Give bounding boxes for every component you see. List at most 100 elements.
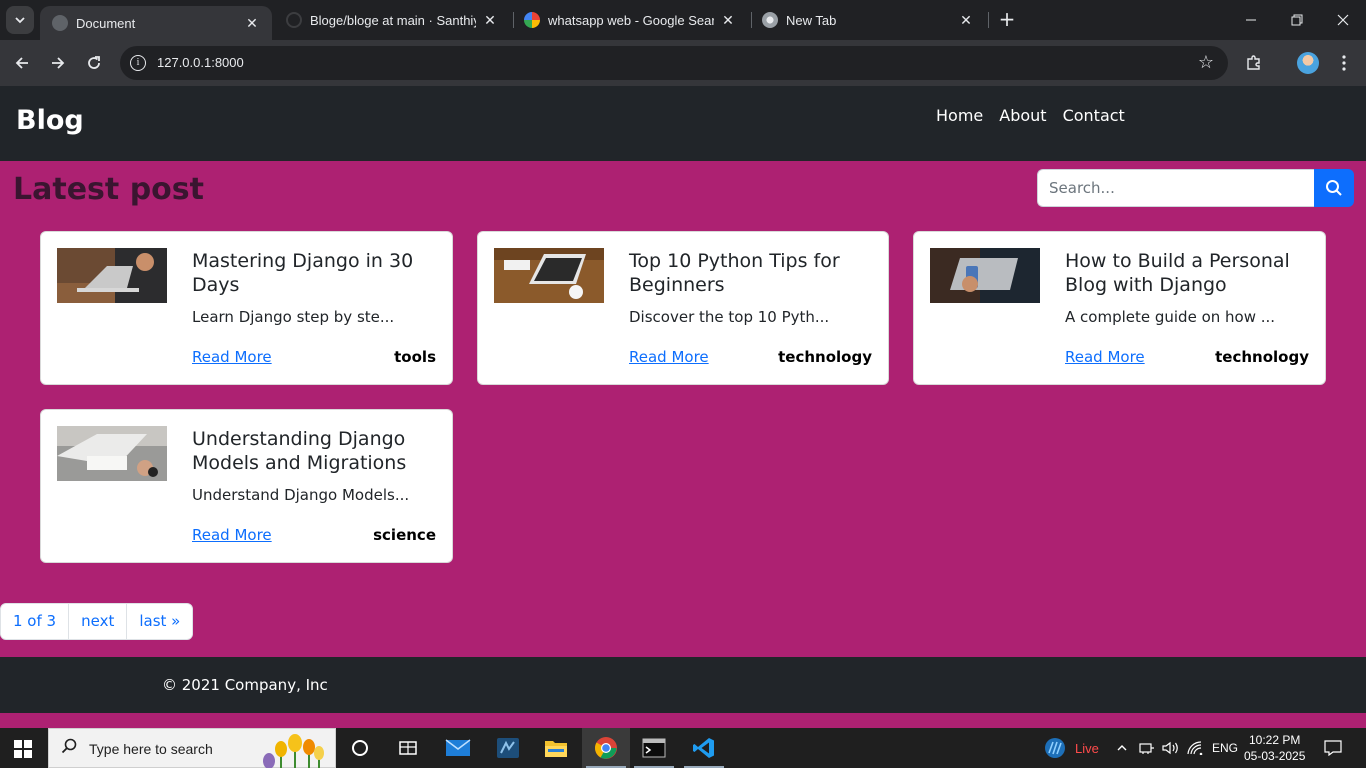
google-icon [524,12,540,28]
search-icon [61,738,77,758]
search-button[interactable] [1314,169,1354,207]
close-tab-icon[interactable]: ✕ [244,15,260,32]
taskbar-terminal[interactable] [630,728,678,768]
mail-icon [445,739,471,756]
search-form [1037,169,1354,207]
post-card: Top 10 Python Tips for Beginners Discove… [477,231,889,385]
reload-icon [88,56,100,69]
mysql-workbench-icon [497,738,519,758]
post-card: How to Build a Personal Blog with Django… [913,231,1326,385]
reload-button[interactable] [80,49,108,77]
post-card: Mastering Django in 30 Days Learn Django… [40,231,453,385]
read-more-link[interactable]: Read More [1065,348,1145,366]
post-category: science [373,526,436,544]
profile-button[interactable] [1294,49,1322,77]
cortana-circle-icon [352,740,368,756]
post-card: Understanding Django Models and Migratio… [40,409,453,563]
network-status-button[interactable] [1139,728,1155,768]
input-language-button[interactable]: ENG [1212,728,1238,768]
chevron-down-icon [15,17,25,24]
taskbar-clock[interactable]: 10:22 PM 05-03-2025 [1244,732,1305,764]
tab-separator [988,12,989,28]
close-tab-icon[interactable]: ✕ [482,12,498,29]
minimize-icon [1246,19,1256,21]
page-indicator[interactable]: 1 of 3 [1,604,68,639]
taskbar-mysql-workbench[interactable] [484,728,532,768]
address-url[interactable]: 127.0.0.1:8000 [157,55,244,70]
post-thumbnail [57,248,167,303]
post-category: technology [778,348,872,366]
chevron-up-icon [1117,745,1127,751]
back-button[interactable] [8,49,36,77]
windows-taskbar: Type here to search Live ENG 10:22 PM 05… [0,728,1366,768]
page-title: Latest post [13,172,204,207]
taskbar-chrome[interactable] [582,728,630,768]
address-bar[interactable]: i 127.0.0.1:8000 ☆ [120,46,1228,80]
site-brand[interactable]: Blog [16,105,84,136]
avatar [1297,52,1319,74]
wifi-icon [1187,741,1203,755]
arrow-right-icon [52,57,65,69]
restore-button[interactable] [1274,0,1320,40]
language-label: ENG [1212,741,1239,755]
nav-links: Home About Contact [936,106,1125,125]
tab-github[interactable]: Bloge/bloge at main · Santhiya ✕ [274,0,510,40]
pagination: 1 of 3 next last » [0,603,194,640]
task-view-icon [399,741,417,755]
notifications-button[interactable] [1324,728,1342,768]
taskbar-search-box[interactable]: Type here to search [48,728,336,768]
post-thumbnail [57,426,167,481]
chrome-icon [762,12,778,28]
taskbar-mail[interactable] [434,728,482,768]
bookmark-star-icon[interactable]: ☆ [1198,52,1214,73]
nav-contact-link[interactable]: Contact [1063,106,1125,125]
nav-about-link[interactable]: About [999,106,1046,125]
search-input[interactable] [1037,169,1314,207]
close-tab-icon[interactable]: ✕ [720,12,736,29]
tab-google-search[interactable]: whatsapp web - Google Search ✕ [512,0,748,40]
tab-title: Bloge/bloge at main · Santhiya [310,12,476,28]
speaker-icon [1162,741,1178,755]
post-excerpt: Discover the top 10 Pyth... [629,308,830,326]
tab-document[interactable]: Document ✕ [40,6,272,40]
live-label: Live [1075,740,1099,756]
close-tab-icon[interactable]: ✕ [958,12,974,29]
post-excerpt: Understand Django Models... [192,486,410,504]
post-title[interactable]: Top 10 Python Tips for Beginners [629,249,869,297]
browser-menu-button[interactable] [1330,49,1358,77]
show-hidden-icons-button[interactable] [1116,728,1128,768]
arrow-left-icon [15,57,28,69]
post-title[interactable]: Understanding Django Models and Migratio… [192,427,432,475]
cortana-button[interactable] [336,728,384,768]
minimize-button[interactable] [1228,0,1274,40]
task-view-button[interactable] [384,728,432,768]
read-more-link[interactable]: Read More [629,348,709,366]
last-page-link[interactable]: last » [126,604,192,639]
post-title[interactable]: Mastering Django in 30 Days [192,249,432,297]
post-excerpt: A complete guide on how ... [1065,308,1276,326]
post-title[interactable]: How to Build a Personal Blog with Django [1065,249,1305,297]
taskbar-file-explorer[interactable] [532,728,580,768]
post-thumbnail [494,248,604,303]
new-tab-button[interactable]: + [996,8,1018,30]
close-window-button[interactable] [1320,0,1366,40]
tab-search-button[interactable] [6,6,34,34]
volume-button[interactable] [1162,728,1180,768]
wifi-button[interactable] [1187,728,1203,768]
github-icon [286,12,302,28]
clock-date: 05-03-2025 [1244,749,1306,763]
tab-title: New Tab [786,12,837,28]
chrome-icon [595,737,617,759]
read-more-link[interactable]: Read More [192,348,272,366]
forward-button[interactable] [44,49,72,77]
windows-start-icon[interactable] [14,740,32,758]
extensions-button[interactable] [1240,49,1268,77]
taskbar-vscode[interactable] [680,728,728,768]
site-info-icon[interactable]: i [130,55,146,71]
ethernet-icon [1139,743,1154,754]
next-page-link[interactable]: next [68,604,126,639]
tab-new-tab[interactable]: New Tab ✕ [750,0,986,40]
read-more-link[interactable]: Read More [192,526,272,544]
nav-home-link[interactable]: Home [936,106,983,125]
live-weather-widget[interactable]: Live [1044,728,1099,768]
